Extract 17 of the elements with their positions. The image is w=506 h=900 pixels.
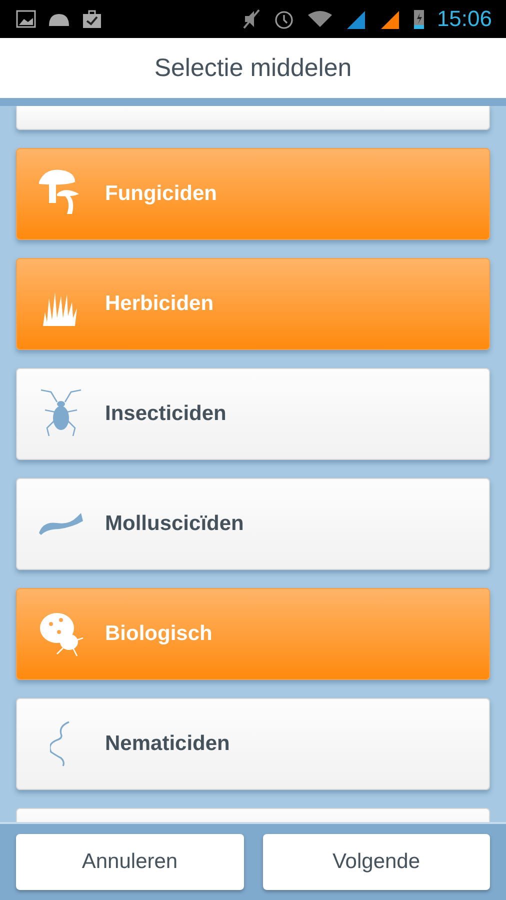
list-item[interactable] [16, 106, 490, 130]
wifi-icon [306, 10, 333, 28]
briefcase-check-icon [82, 9, 102, 29]
cancel-button[interactable]: Annuleren [16, 834, 244, 890]
clock-time: 15:06 [436, 6, 492, 32]
android-icon [48, 11, 70, 27]
list-item[interactable]: Molluscicïden [16, 478, 490, 570]
muted-speaker-icon [242, 9, 261, 29]
next-button[interactable]: Volgende [262, 834, 490, 890]
nematode-icon [50, 721, 72, 767]
screen-title: Selectie middelen [154, 54, 352, 82]
battery-icon [412, 8, 425, 30]
list-item[interactable]: Insecticiden [16, 368, 490, 460]
slug-icon [39, 513, 83, 535]
alarm-icon [272, 8, 295, 30]
image-icon [16, 10, 36, 28]
list-item[interactable]: Nematiciden [16, 698, 490, 790]
